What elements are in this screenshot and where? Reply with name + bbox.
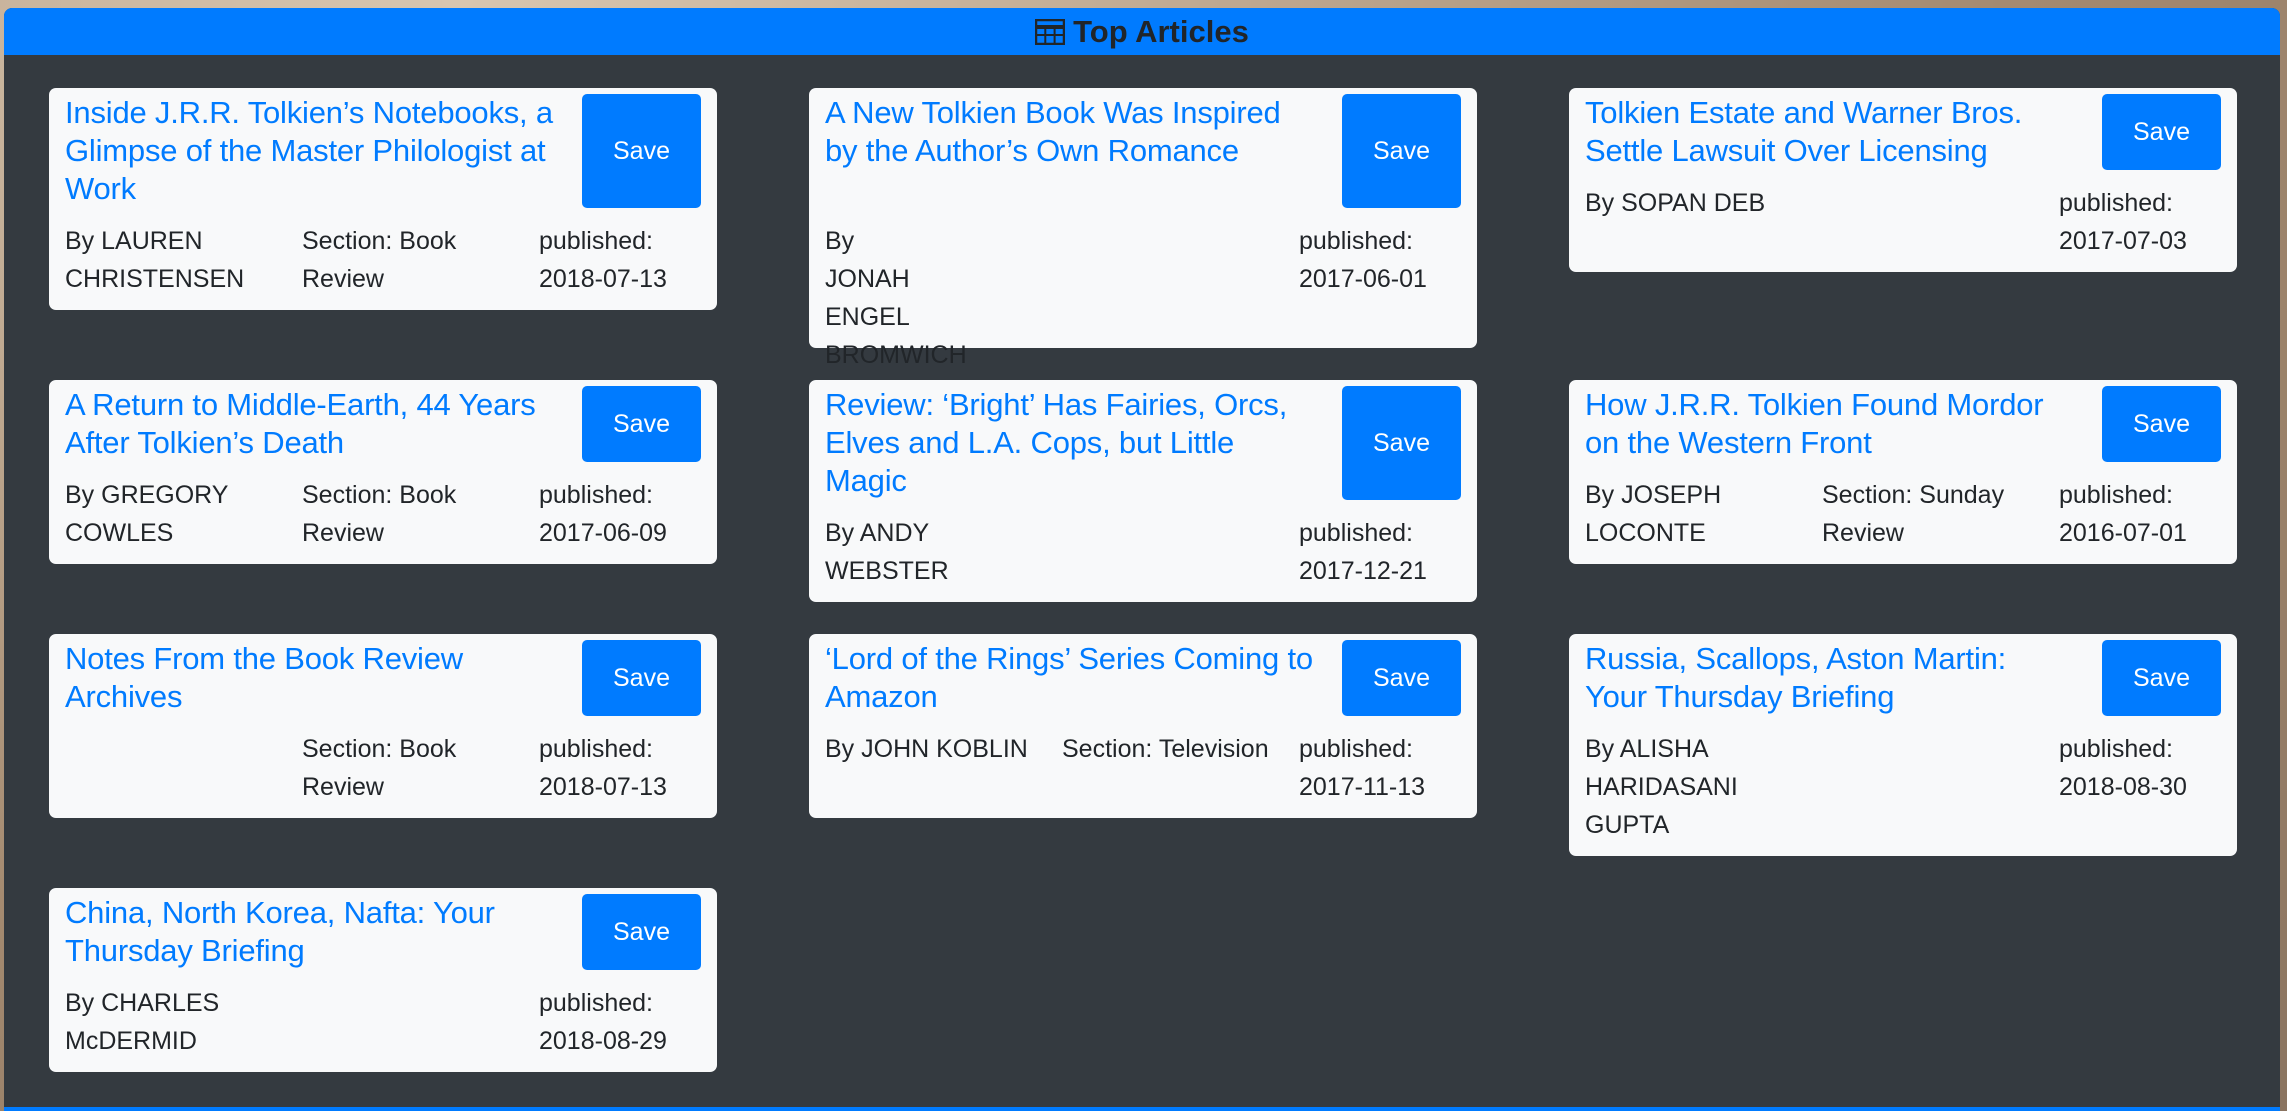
article-section — [1062, 222, 1299, 374]
article-card: Notes From the Book Review Archives Save… — [49, 634, 717, 818]
save-button[interactable]: Save — [2102, 640, 2221, 716]
article-title-link[interactable]: A Return to Middle-Earth, 44 Years After… — [65, 386, 555, 462]
article-section: Section: Television — [1062, 735, 1269, 763]
article-published: published: 2018-08-30 — [2059, 735, 2187, 801]
top-articles-panel: Top Articles Inside J.R.R. Tolkien’s Not… — [4, 8, 2280, 1111]
article-byline: By ALISHA HARIDASANI GUPTA — [1585, 735, 1738, 839]
article-byline: By JONAH ENGEL BROMWICH — [825, 227, 967, 369]
article-title-link[interactable]: Review: ‘Bright’ Has Fairies, Orcs, Elve… — [825, 386, 1315, 500]
article-card: ‘Lord of the Rings’ Series Coming to Ama… — [809, 634, 1477, 818]
article-published: published: 2017-06-09 — [539, 481, 667, 547]
article-section — [1822, 184, 2059, 260]
article-section — [1822, 730, 2059, 844]
article-section: Section: Book Review — [302, 735, 457, 801]
article-byline: By GREGORY COWLES — [65, 481, 229, 547]
article-section: Section: Book Review — [302, 227, 457, 293]
article-title-link[interactable]: Russia, Scallops, Aston Martin: Your Thu… — [1585, 640, 2075, 716]
article-byline: By SOPAN DEB — [1585, 189, 1766, 217]
save-button[interactable]: Save — [582, 894, 701, 970]
article-byline: By LAUREN CHRISTENSEN — [65, 227, 245, 293]
article-card: Tolkien Estate and Warner Bros. Settle L… — [1569, 88, 2237, 272]
article-published: published: 2017-07-03 — [2059, 189, 2187, 255]
article-card: Review: ‘Bright’ Has Fairies, Orcs, Elve… — [809, 380, 1477, 602]
article-byline: By CHARLES McDERMID — [65, 989, 220, 1055]
article-card: How J.R.R. Tolkien Found Mordor on the W… — [1569, 380, 2237, 564]
save-button[interactable]: Save — [1342, 640, 1461, 716]
article-title-link[interactable]: ‘Lord of the Rings’ Series Coming to Ama… — [825, 640, 1315, 716]
article-byline: By JOSEPH LOCONTE — [1585, 481, 1722, 547]
article-published: published: 2017-06-01 — [1299, 227, 1427, 293]
article-card: Inside J.R.R. Tolkien’s Notebooks, a Gli… — [49, 88, 717, 310]
panel-header: Top Articles — [4, 8, 2280, 55]
save-button[interactable]: Save — [2102, 94, 2221, 170]
article-card: A New Tolkien Book Was Inspired by the A… — [809, 88, 1477, 369]
page-title: Top Articles — [1073, 13, 1249, 49]
article-published: published: 2018-07-13 — [539, 227, 667, 293]
article-title-link[interactable]: A New Tolkien Book Was Inspired by the A… — [825, 94, 1315, 170]
article-section — [302, 984, 539, 1060]
article-section: Section: Book Review — [302, 481, 457, 547]
article-published: published: 2017-11-13 — [1299, 735, 1426, 801]
article-card: Russia, Scallops, Aston Martin: Your Thu… — [1569, 634, 2237, 856]
article-title-link[interactable]: China, North Korea, Nafta: Your Thursday… — [65, 894, 555, 970]
article-section — [1062, 514, 1299, 590]
article-title-link[interactable]: Tolkien Estate and Warner Bros. Settle L… — [1585, 94, 2075, 170]
article-byline: By JOHN KOBLIN — [825, 735, 1028, 763]
article-published: published: 2018-08-29 — [539, 989, 667, 1055]
article-byline: By ANDY WEBSTER — [825, 519, 949, 585]
article-card: China, North Korea, Nafta: Your Thursday… — [49, 888, 717, 1072]
article-title-link[interactable]: Inside J.R.R. Tolkien’s Notebooks, a Gli… — [65, 94, 555, 208]
article-card: A Return to Middle-Earth, 44 Years After… — [49, 380, 717, 564]
article-title-link[interactable]: How J.R.R. Tolkien Found Mordor on the W… — [1585, 386, 2075, 462]
article-published: published: 2016-07-01 — [2059, 481, 2187, 547]
save-button[interactable]: Save — [1342, 94, 1461, 208]
save-button[interactable]: Save — [582, 94, 701, 208]
article-byline — [65, 730, 302, 806]
save-button[interactable]: Save — [582, 386, 701, 462]
table-icon — [1035, 18, 1066, 45]
save-button[interactable]: Save — [582, 640, 701, 716]
article-published: published: 2017-12-21 — [1299, 519, 1427, 585]
bottom-accent-bar — [4, 1107, 2280, 1111]
article-published: published: 2018-07-13 — [539, 735, 667, 801]
save-button[interactable]: Save — [2102, 386, 2221, 462]
save-button[interactable]: Save — [1342, 386, 1461, 500]
article-section: Section: Sunday Review — [1822, 481, 2005, 547]
article-title-link[interactable]: Notes From the Book Review Archives — [65, 640, 555, 716]
